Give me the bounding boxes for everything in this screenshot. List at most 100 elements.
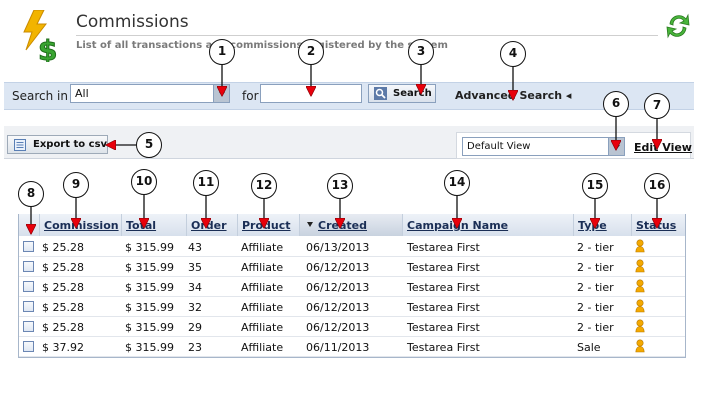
- search-in-label: Search in: [12, 89, 68, 103]
- column-header-type[interactable]: Type: [574, 214, 632, 236]
- search-icon: [374, 87, 387, 100]
- type-cell: 2 - tier: [577, 301, 614, 314]
- table-row[interactable]: $ 37.92 $ 315.99 23 Affiliate 06/11/2013 Test…: [19, 337, 685, 357]
- created-header-label: Created: [318, 219, 367, 232]
- type-cell: 2 - tier: [577, 261, 614, 274]
- callout-2: 2: [298, 39, 324, 65]
- sort-desc-icon: [307, 222, 313, 227]
- column-header-created[interactable]: Created: [300, 214, 403, 236]
- chevron-down-icon[interactable]: [608, 138, 624, 155]
- search-input[interactable]: [260, 84, 362, 103]
- page-title: Commissions: [76, 12, 189, 32]
- campaign-name-cell: Testarea First: [407, 301, 480, 314]
- order-cell: 23: [188, 341, 202, 354]
- row-checkbox[interactable]: [23, 301, 34, 312]
- created-cell: 06/12/2013: [306, 301, 370, 314]
- row-checkbox[interactable]: [23, 341, 34, 352]
- commission-cell: $ 25.28: [42, 301, 84, 314]
- export-csv-button[interactable]: Export to csv: [7, 135, 108, 154]
- chevron-down-icon[interactable]: [213, 85, 229, 102]
- callout-8: 8: [18, 181, 44, 207]
- created-cell: 06/11/2013: [306, 341, 370, 354]
- table-row[interactable]: $ 25.28 $ 315.99 35 Affiliate 06/12/2013 Test…: [19, 257, 685, 277]
- created-cell: 06/12/2013: [306, 261, 370, 274]
- total-cell: $ 315.99: [125, 341, 174, 354]
- callout-1: 1: [209, 39, 235, 65]
- row-checkbox[interactable]: [23, 261, 34, 272]
- total-cell: $ 315.99: [125, 241, 174, 254]
- search-button[interactable]: Search: [368, 84, 436, 103]
- commission-cell: $ 25.28: [42, 281, 84, 294]
- total-cell: $ 315.99: [125, 281, 174, 294]
- search-in-select[interactable]: All: [70, 84, 230, 103]
- callout-16: 16: [644, 173, 670, 199]
- callout-9: 9: [63, 172, 89, 198]
- campaign-name-cell: Testarea First: [407, 321, 480, 334]
- type-cell: Sale: [577, 341, 601, 354]
- export-csv-label: Export to csv: [33, 139, 108, 150]
- callout-12: 12: [251, 173, 277, 199]
- status-pending-icon: [635, 299, 645, 313]
- edit-view-link[interactable]: Edit View: [634, 141, 692, 154]
- column-header-product[interactable]: Product: [238, 214, 300, 236]
- commission-cell: $ 25.28: [42, 241, 84, 254]
- status-pending-icon: [635, 279, 645, 293]
- table-row[interactable]: $ 25.28 $ 315.99 43 Affiliate 06/13/2013 Test…: [19, 237, 685, 257]
- product-cell: Affiliate: [241, 301, 284, 314]
- header-divider: [76, 35, 658, 36]
- total-cell: $ 315.99: [125, 321, 174, 334]
- column-header-commission[interactable]: Commission: [40, 214, 122, 236]
- callout-4: 4: [500, 41, 526, 67]
- callout-10: 10: [131, 169, 157, 195]
- order-cell: 35: [188, 261, 202, 274]
- column-header-status[interactable]: Status: [632, 214, 685, 236]
- refresh-icon[interactable]: [664, 10, 692, 42]
- column-header-campaign-name[interactable]: Campaign Name: [403, 214, 574, 236]
- campaign-name-cell: Testarea First: [407, 341, 480, 354]
- created-cell: 06/13/2013: [306, 241, 370, 254]
- search-in-value: All: [75, 87, 89, 100]
- advanced-search-link[interactable]: Advanced Search ◂: [455, 89, 571, 102]
- product-cell: Affiliate: [241, 341, 284, 354]
- callout-11: 11: [193, 170, 219, 196]
- total-cell: $ 315.99: [125, 301, 174, 314]
- campaign-name-cell: Testarea First: [407, 241, 480, 254]
- select-all-header[interactable]: [19, 214, 40, 236]
- order-cell: 29: [188, 321, 202, 334]
- order-cell: 34: [188, 281, 202, 294]
- product-cell: Affiliate: [241, 281, 284, 294]
- type-cell: 2 - tier: [577, 241, 614, 254]
- campaign-name-cell: Testarea First: [407, 261, 480, 274]
- commissions-logo-icon: $: [23, 10, 58, 62]
- product-cell: Affiliate: [241, 261, 284, 274]
- view-select[interactable]: Default View: [462, 137, 625, 156]
- callout-13: 13: [327, 173, 353, 199]
- created-cell: 06/12/2013: [306, 321, 370, 334]
- created-cell: 06/12/2013: [306, 281, 370, 294]
- product-cell: Affiliate: [241, 321, 284, 334]
- row-checkbox[interactable]: [23, 281, 34, 292]
- callout-5: 5: [136, 132, 162, 158]
- status-pending-icon: [635, 319, 645, 333]
- row-checkbox[interactable]: [23, 321, 34, 332]
- status-pending-icon: [635, 259, 645, 273]
- campaign-name-cell: Testarea First: [407, 281, 480, 294]
- status-pending-icon: [635, 339, 645, 353]
- status-pending-icon: [635, 239, 645, 253]
- svg-text:$: $: [38, 34, 57, 62]
- table-row[interactable]: $ 25.28 $ 315.99 34 Affiliate 06/12/2013 Test…: [19, 277, 685, 297]
- export-csv-icon: [14, 139, 26, 151]
- product-cell: Affiliate: [241, 241, 284, 254]
- commission-cell: $ 25.28: [42, 261, 84, 274]
- order-cell: 32: [188, 301, 202, 314]
- commission-cell: $ 37.92: [42, 341, 84, 354]
- total-cell: $ 315.99: [125, 261, 174, 274]
- callout-3: 3: [408, 39, 434, 65]
- column-header-order[interactable]: Order: [187, 214, 238, 236]
- row-checkbox[interactable]: [23, 241, 34, 252]
- page-subtitle: List of all transactions and commissions…: [76, 40, 448, 51]
- column-header-total[interactable]: Total: [122, 214, 187, 236]
- search-button-label: Search: [393, 88, 432, 99]
- table-row[interactable]: $ 25.28 $ 315.99 29 Affiliate 06/12/2013 Test…: [19, 317, 685, 337]
- table-row[interactable]: $ 25.28 $ 315.99 32 Affiliate 06/12/2013 Test…: [19, 297, 685, 317]
